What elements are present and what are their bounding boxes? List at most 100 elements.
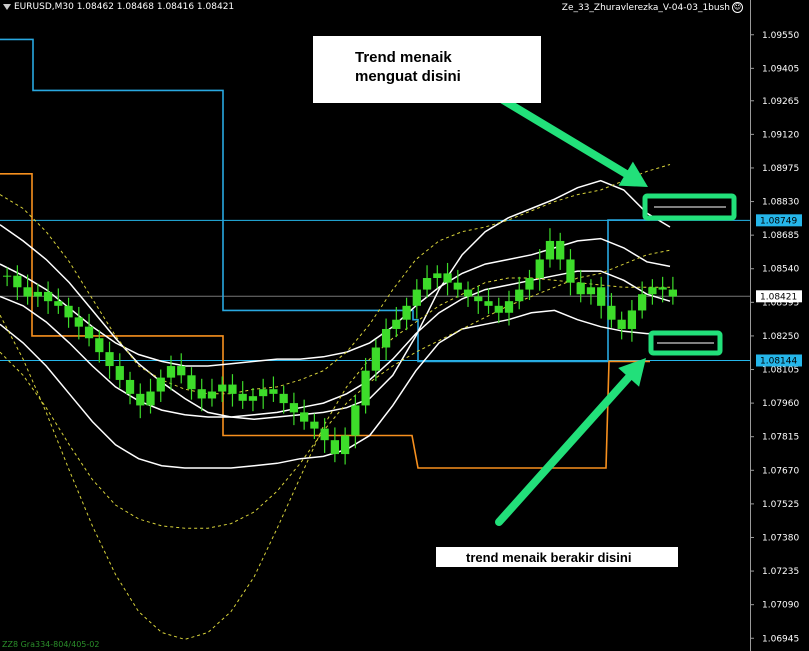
smiley-icon: ☺	[732, 2, 743, 13]
candle-body	[310, 421, 319, 429]
candle-body	[74, 317, 83, 327]
candle-body	[433, 273, 442, 279]
candle	[494, 297, 503, 324]
candle-body	[3, 275, 12, 277]
candle-body	[218, 384, 227, 392]
candle	[3, 267, 12, 287]
candle-body	[627, 310, 637, 329]
candle-body	[443, 273, 452, 283]
candle	[361, 357, 370, 414]
candle	[23, 274, 32, 305]
candle-body	[259, 389, 268, 397]
price-tag-label: 1.08421	[760, 292, 797, 302]
annotation-bottom-text: trend menaik berakir disini	[466, 550, 632, 565]
candle	[289, 392, 299, 426]
y-tick-label: 1.07960	[762, 399, 799, 409]
candle-body	[576, 282, 585, 295]
price-tag-label: 1.08144	[760, 356, 797, 366]
candle	[402, 297, 411, 331]
candle	[84, 313, 94, 347]
candle-body	[33, 291, 42, 297]
candle-body	[648, 287, 657, 295]
annotation-top: Trend menaik menguat disini	[313, 36, 541, 103]
candle-body	[43, 291, 53, 302]
symbol-info-text: EURUSD,M30 1.08462 1.08468 1.08416 1.084…	[14, 2, 235, 12]
candle	[33, 283, 42, 307]
candle	[228, 374, 237, 407]
candle	[648, 279, 657, 305]
candle-body	[84, 326, 94, 339]
candle	[412, 279, 421, 319]
candle-body	[125, 379, 135, 394]
candle-body	[105, 352, 114, 367]
candle	[433, 265, 442, 289]
candle-body	[617, 319, 626, 329]
candle-body	[586, 287, 596, 295]
candle	[422, 265, 432, 298]
y-tick-label: 1.08685	[762, 231, 799, 241]
candle-body	[638, 294, 647, 311]
candle-body	[381, 328, 391, 348]
candle-body	[54, 301, 63, 306]
y-tick-label: 1.07380	[762, 533, 799, 543]
candle	[576, 269, 585, 303]
symbol-info: EURUSD,M30 1.08462 1.08468 1.08416 1.084…	[3, 2, 234, 12]
candle-body	[484, 301, 493, 306]
candle	[330, 427, 339, 463]
candle	[463, 281, 473, 307]
candle	[279, 385, 288, 414]
candle	[136, 383, 145, 419]
candle-body	[607, 305, 616, 320]
candle-body	[545, 240, 555, 260]
candle-body	[556, 240, 565, 260]
candle	[146, 378, 155, 414]
candle-body	[566, 259, 575, 283]
candle-body	[525, 278, 534, 290]
candle-body	[371, 347, 380, 371]
candle	[64, 297, 73, 328]
candle-body	[156, 377, 165, 392]
candle-body	[279, 393, 288, 404]
indicator-title: Ze_33_Zhuravlerezka_V-04-03_1bush ☺	[562, 2, 743, 13]
candle	[627, 300, 637, 342]
candle-body	[115, 366, 124, 380]
candle	[556, 232, 565, 270]
candle	[474, 286, 483, 314]
candle	[535, 249, 544, 291]
candle-body	[515, 289, 524, 302]
candle-body	[668, 289, 677, 297]
candle	[300, 399, 309, 430]
footer-label: ZZ8 Gra334-804/405-02	[2, 640, 100, 649]
candle-body	[392, 319, 401, 329]
candle-body	[146, 391, 155, 406]
candle	[187, 367, 196, 400]
y-tick-label: 1.07670	[762, 466, 799, 476]
candle-body	[341, 435, 350, 455]
dropdown-triangle-icon	[3, 3, 11, 10]
candle-body	[23, 287, 32, 297]
candle-body	[95, 338, 104, 353]
candle-body	[207, 391, 217, 399]
candle	[115, 353, 124, 389]
candle	[105, 341, 114, 379]
candle-body	[13, 275, 22, 288]
annotation-bottom: trend menaik berakir disini	[436, 547, 678, 567]
candle-body	[351, 405, 360, 436]
arrow-lower-shaft	[495, 373, 633, 526]
candle	[269, 376, 278, 402]
annotation-top-text: Trend menaik menguat disini	[355, 49, 461, 85]
candle-body	[289, 403, 299, 413]
y-tick-label: 1.08250	[762, 332, 799, 342]
candle-body	[658, 287, 667, 290]
candle-body	[320, 428, 329, 441]
candle	[586, 279, 596, 305]
candle	[177, 353, 186, 384]
y-tick-label: 1.09405	[762, 64, 799, 74]
y-tick-label: 1.08540	[762, 265, 799, 275]
candle-body	[228, 384, 237, 394]
candle	[156, 369, 165, 402]
y-tick-label: 1.09550	[762, 31, 799, 41]
band-line-5	[0, 249, 671, 529]
candle	[484, 288, 493, 314]
candle-body	[238, 393, 247, 401]
